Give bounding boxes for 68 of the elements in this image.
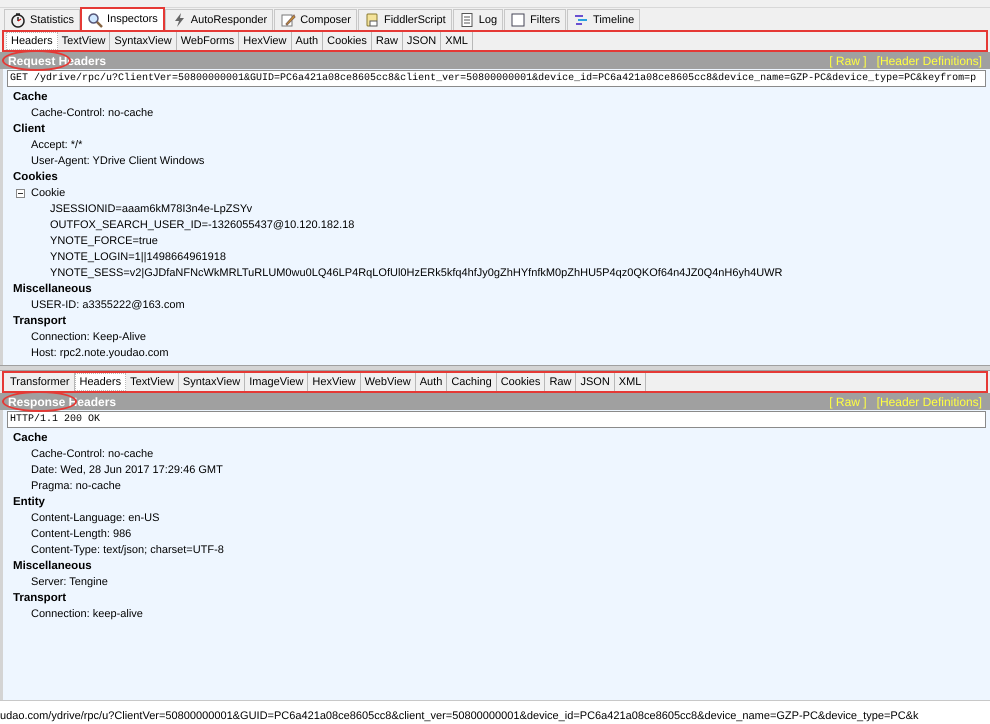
inspector-tab[interactable]: WebView bbox=[360, 373, 416, 391]
inspector-tab[interactable]: Headers bbox=[6, 32, 58, 50]
timeline-icon bbox=[573, 12, 590, 28]
group-heading: Cache bbox=[13, 90, 49, 105]
checkbox-icon bbox=[510, 12, 526, 28]
main-tab[interactable]: Inspectors bbox=[81, 8, 164, 30]
header-entry: USER-ID: a3355222@163.com bbox=[31, 298, 185, 313]
inspector-tab[interactable]: HexView bbox=[308, 373, 361, 391]
header-entry: Connection: keep-alive bbox=[31, 606, 143, 622]
cookie-entry: OUTFOX_SEARCH_USER_ID=-1326055437@10.120.182.18 bbox=[50, 218, 354, 233]
inspector-tab[interactable]: JSON bbox=[402, 32, 442, 50]
header-entry: Cache-Control: no-cache bbox=[31, 106, 154, 121]
inspector-tab[interactable]: XML bbox=[441, 32, 473, 50]
group-heading: Transport bbox=[13, 314, 68, 329]
status-text: udao.com/ydrive/rpc/u?ClientVer=50800000001&GUID=PC6a421a08ce8605cc8&client_ver=50800000001&device_id=PC6a421a08ce8605cc8&device_name=GZP-PC&device_type=PC&k bbox=[0, 709, 919, 723]
inspector-tab[interactable]: Cookies bbox=[323, 32, 372, 50]
inspector-tab[interactable]: Cookies bbox=[496, 373, 546, 391]
group-heading: Miscellaneous bbox=[13, 559, 93, 574]
header-entry: Cookie bbox=[31, 186, 66, 201]
group-heading: Miscellaneous bbox=[13, 282, 93, 297]
collapse-toggle[interactable] bbox=[16, 189, 25, 198]
inspector-tab[interactable]: JSON bbox=[576, 373, 615, 391]
header-entry: Pragma: no-cache bbox=[31, 478, 121, 494]
inspector-tab[interactable]: SyntaxView bbox=[110, 32, 177, 50]
main-tab[interactable]: Timeline bbox=[567, 9, 640, 30]
script-icon bbox=[364, 12, 380, 28]
inspector-tab[interactable]: Auth bbox=[416, 373, 448, 391]
main-tab[interactable]: Log bbox=[452, 9, 504, 30]
cookie-entry: YNOTE_LOGIN=1||1498664961918 bbox=[50, 250, 226, 265]
inspector-tab[interactable]: TextView bbox=[126, 373, 179, 391]
cookie-entry: YNOTE_FORCE=true bbox=[50, 234, 158, 249]
group-heading: Transport bbox=[13, 591, 68, 606]
stopwatch-icon bbox=[10, 12, 26, 28]
group-heading: Cookies bbox=[13, 170, 59, 185]
inspector-tab[interactable]: ImageView bbox=[245, 373, 308, 391]
header-entry: Cache-Control: no-cache bbox=[31, 446, 154, 462]
main-tab[interactable]: Filters bbox=[504, 9, 566, 30]
header-entry: Accept: */* bbox=[31, 138, 82, 153]
group-heading: Client bbox=[13, 122, 46, 137]
inspector-tab[interactable]: Headers bbox=[74, 373, 126, 391]
inspector-tab[interactable]: Raw bbox=[372, 32, 403, 50]
pencil-icon bbox=[280, 12, 296, 28]
search-icon bbox=[87, 12, 104, 28]
inspector-tab[interactable]: XML bbox=[614, 373, 646, 391]
header-entry: Content-Language: en-US bbox=[31, 510, 160, 526]
header-entry: Content-Length: 986 bbox=[31, 526, 132, 542]
document-icon bbox=[458, 12, 475, 28]
main-tab[interactable]: FiddlerScript bbox=[358, 9, 452, 30]
inspector-tab[interactable]: WebForms bbox=[176, 32, 240, 50]
header-entry: Connection: Keep-Alive bbox=[31, 330, 146, 345]
main-tab[interactable]: AutoResponder bbox=[164, 9, 274, 30]
group-heading: Entity bbox=[13, 495, 46, 510]
header-entry: User-Agent: YDrive Client Windows bbox=[31, 154, 204, 169]
cookie-entry: JSESSIONID=aaam6kM78I3n4e-LpZSYv bbox=[50, 202, 252, 217]
inspector-tab[interactable]: Auth bbox=[292, 32, 324, 50]
inspector-tab[interactable]: TextView bbox=[58, 32, 110, 50]
main-tab[interactable]: Statistics bbox=[4, 9, 80, 30]
group-heading: Cache bbox=[13, 431, 49, 446]
inspector-tab[interactable]: Caching bbox=[447, 373, 497, 391]
cookie-entry: YNOTE_SESS=v2|GJDfaNFNcWkMRLTuRLUM0wu0LQ46LP4RqLOfUl0HzERk5kfq4hfJy0gZhHYfnfkM0pZhHU5P4qz0QKOf64n4JZ0Q4nH6yh4UWR bbox=[50, 266, 782, 281]
main-tab[interactable]: Composer bbox=[274, 9, 357, 30]
header-entry: Server: Tengine bbox=[31, 574, 108, 590]
inspector-tab[interactable]: SyntaxView bbox=[178, 373, 246, 391]
header-entry: Date: Wed, 28 Jun 2017 17:29:46 GMT bbox=[31, 462, 223, 478]
header-entry: Content-Type: text/json; charset=UTF-8 bbox=[31, 542, 224, 558]
header-entry: Host: rpc2.note.youdao.com bbox=[31, 346, 169, 361]
inspector-tab[interactable]: HexView bbox=[239, 32, 292, 50]
inspector-tab[interactable]: Raw bbox=[545, 373, 576, 391]
